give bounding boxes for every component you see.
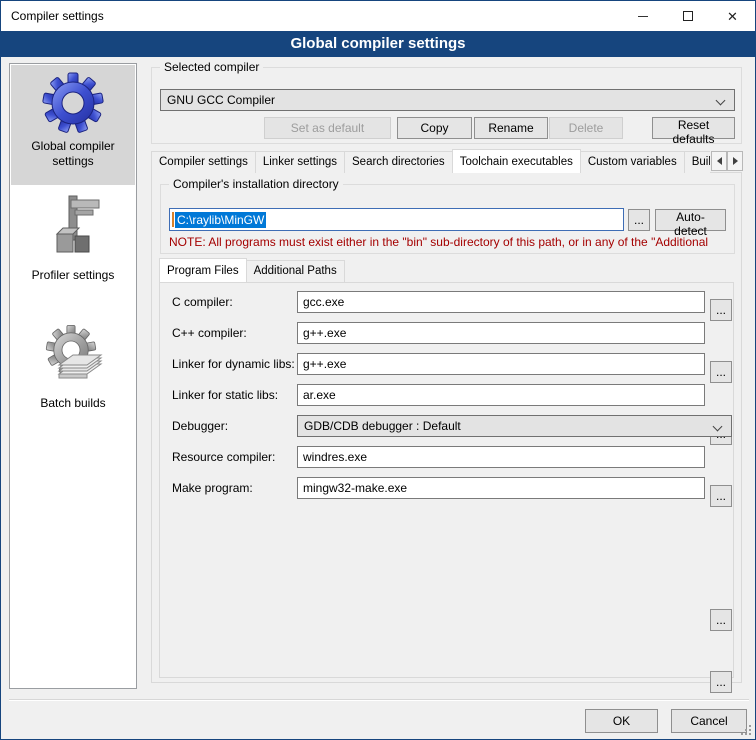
compiler-actions: Set as default Copy Rename Delete Reset … (152, 117, 743, 139)
tab-scroll-right-button[interactable] (727, 151, 743, 171)
make-program-browse-button[interactable]: ... (710, 671, 732, 693)
text-caret (172, 212, 174, 227)
chevron-down-icon (716, 96, 726, 106)
arrow-left-icon (717, 157, 722, 165)
tab-custom-variables[interactable]: Custom variables (580, 151, 685, 173)
field-row-c-compiler: C compiler: ... (160, 291, 735, 314)
chevron-down-icon (713, 422, 723, 432)
rename-button[interactable]: Rename (474, 117, 548, 139)
linker-dynamic-label: Linker for dynamic libs: (172, 357, 295, 371)
bin-subdirectory-note: NOTE: All programs must exist either in … (169, 235, 741, 249)
copy-button[interactable]: Copy (397, 117, 472, 139)
delete-button[interactable]: Delete (549, 117, 623, 139)
resource-compiler-label: Resource compiler: (172, 450, 275, 464)
compiler-select[interactable]: GNU GCC Compiler (160, 89, 735, 111)
installation-directory-group-label: Compiler's installation directory (169, 177, 343, 191)
make-program-label: Make program: (172, 481, 253, 495)
titlebar: Compiler settings ✕ (1, 1, 755, 31)
debugger-select[interactable]: GDB/CDB debugger : Default (297, 415, 732, 437)
tab-scroll-buttons (711, 151, 743, 171)
caliper-icon (41, 194, 105, 264)
installation-directory-group: Compiler's installation directory C:\ray… (160, 184, 735, 254)
tab-linker-settings[interactable]: Linker settings (255, 151, 345, 173)
cpp-compiler-input[interactable] (297, 322, 705, 344)
page-title: Global compiler settings (1, 31, 755, 57)
window-title: Compiler settings (11, 9, 104, 23)
c-compiler-label: C compiler: (172, 295, 233, 309)
tab-additional-paths[interactable]: Additional Paths (246, 260, 345, 282)
auto-detect-button[interactable]: Auto-detect (655, 209, 726, 231)
tab-scroll-left-button[interactable] (711, 151, 727, 171)
field-row-make-program: Make program: ... (160, 477, 735, 500)
ok-button[interactable]: OK (585, 709, 658, 733)
linker-dynamic-input[interactable] (297, 353, 705, 375)
linker-static-label: Linker for static libs: (172, 388, 278, 402)
debugger-select-value: GDB/CDB debugger : Default (304, 419, 461, 433)
resource-compiler-input[interactable] (297, 446, 705, 468)
settings-tabs: Compiler settings Linker settings Search… (151, 149, 710, 173)
sidebar-item-profiler-settings[interactable]: Profiler settings (11, 190, 135, 302)
make-program-input[interactable] (297, 477, 705, 499)
footer-divider (9, 699, 749, 701)
sidebar-item-label: Profiler settings (32, 268, 115, 283)
field-row-debugger: Debugger: GDB/CDB debugger : Default (160, 415, 735, 438)
installation-directory-input[interactable]: C:\raylib\MinGW (169, 208, 624, 231)
field-row-linker-static: Linker for static libs: ... (160, 384, 735, 407)
gray-gear-stack-icon (41, 322, 105, 392)
field-row-cpp-compiler: C++ compiler: ... (160, 322, 735, 345)
minimize-button[interactable] (620, 1, 665, 31)
tab-toolchain-executables[interactable]: Toolchain executables (452, 149, 581, 173)
sidebar-item-label: Batch builds (40, 396, 105, 411)
close-button[interactable]: ✕ (710, 1, 755, 31)
field-row-linker-dynamic: Linker for dynamic libs: ... (160, 353, 735, 376)
reset-defaults-button[interactable]: Reset defaults (652, 117, 735, 139)
sidebar-item-batch-builds[interactable]: Batch builds (11, 316, 135, 428)
cpp-compiler-label: C++ compiler: (172, 326, 247, 340)
sidebar-item-label: Global compiler settings (11, 139, 135, 169)
maximize-icon (683, 11, 693, 21)
c-compiler-browse-button[interactable]: ... (710, 299, 732, 321)
c-compiler-input[interactable] (297, 291, 705, 313)
browse-directory-button[interactable]: ... (628, 209, 650, 231)
program-files-panel: C compiler: ... C++ compiler: ... Linker… (159, 282, 734, 678)
selected-compiler-group-label: Selected compiler (160, 60, 263, 74)
tab-build-options[interactable]: Build options (684, 151, 710, 173)
sidebar-item-global-compiler-settings[interactable]: Global compiler settings (11, 65, 135, 185)
arrow-right-icon (733, 157, 738, 165)
resize-grip[interactable] (741, 725, 751, 735)
settings-category-list: Global compiler settings Profiler settin… (9, 63, 137, 689)
tab-compiler-settings[interactable]: Compiler settings (151, 151, 256, 173)
field-row-resource-compiler: Resource compiler: ... (160, 446, 735, 469)
installation-directory-value: C:\raylib\MinGW (175, 212, 266, 228)
blue-gear-icon (41, 71, 105, 135)
set-as-default-button[interactable]: Set as default (264, 117, 391, 139)
program-tabs: Program Files Additional Paths (159, 259, 344, 282)
debugger-label: Debugger: (172, 419, 228, 433)
selected-compiler-group: Selected compiler GNU GCC Compiler Set a… (151, 67, 742, 144)
close-icon: ✕ (727, 10, 738, 23)
minimize-icon (638, 16, 648, 17)
maximize-button[interactable] (665, 1, 710, 31)
tab-search-directories[interactable]: Search directories (344, 151, 453, 173)
resource-compiler-browse-button[interactable]: ... (710, 609, 732, 631)
tab-program-files[interactable]: Program Files (159, 258, 247, 282)
compiler-select-value: GNU GCC Compiler (167, 93, 275, 107)
cancel-button[interactable]: Cancel (671, 709, 747, 733)
linker-static-input[interactable] (297, 384, 705, 406)
